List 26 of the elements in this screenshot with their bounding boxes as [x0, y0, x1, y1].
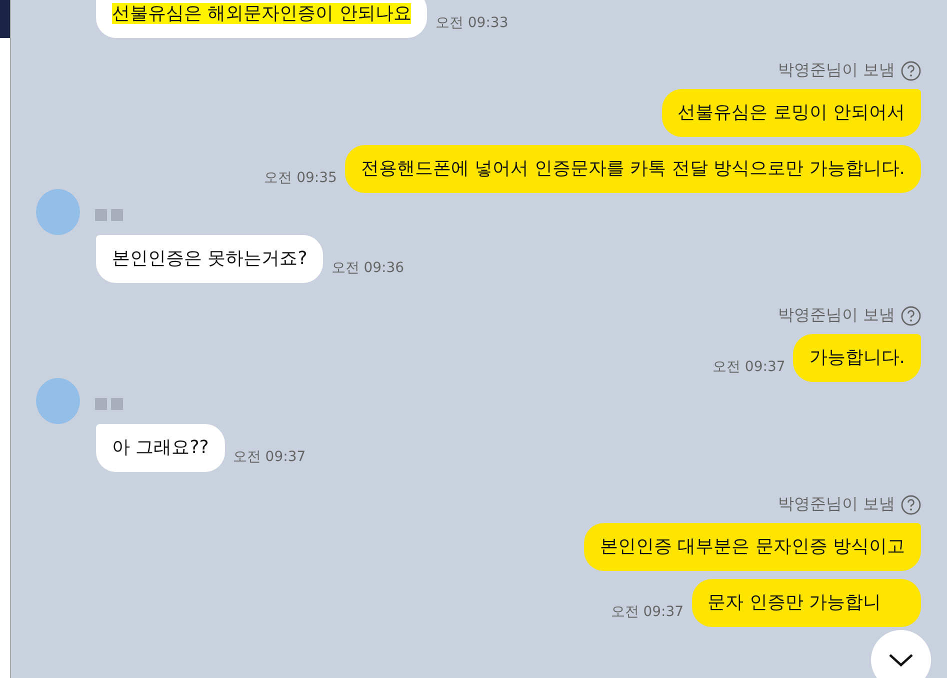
message-bubble: 가능합니다. — [793, 334, 921, 382]
sender-note: 박영준님이 보냄 — [778, 494, 895, 515]
timestamp: 오전 09:37 — [232, 448, 306, 467]
message-bubble: 문자 인증만 가능합니 — [692, 579, 921, 627]
message-bubble: 선불유심은 해외문자인증이 안되나요 — [96, 0, 428, 38]
message-bubble: 선불유심은 로밍이 안되어서 — [662, 89, 921, 137]
blurred-name — [95, 209, 123, 221]
avatar-placeholder — [36, 189, 80, 235]
scroll-down-button[interactable] — [871, 630, 931, 678]
avatar-placeholder — [36, 378, 80, 424]
timestamp: 오전 09:37 — [610, 603, 684, 622]
sender-note: 박영준님이 보냄 — [778, 60, 895, 81]
blurred-name — [95, 398, 123, 410]
help-icon[interactable] — [901, 494, 921, 514]
message-bubble: 전용핸드폰에 넣어서 인증문자를 카톡 전달 방식으로만 가능합니다. — [344, 145, 921, 193]
timestamp: 오전 09:35 — [264, 169, 337, 188]
message-bubble: 본인인증은 못하는거죠? — [96, 235, 324, 283]
help-icon[interactable] — [901, 60, 921, 80]
chevron-down-icon — [888, 652, 914, 668]
message-bubble: 아 그래요?? — [96, 424, 225, 472]
help-icon[interactable] — [901, 306, 921, 326]
timestamp: 오전 09:33 — [435, 14, 508, 33]
timestamp: 오전 09:36 — [331, 259, 404, 278]
message-bubble: 본인인증 대부분은 문자인증 방식이고 — [584, 523, 921, 571]
sender-note: 박영준님이 보냄 — [778, 305, 895, 326]
timestamp: 오전 09:37 — [712, 358, 786, 377]
